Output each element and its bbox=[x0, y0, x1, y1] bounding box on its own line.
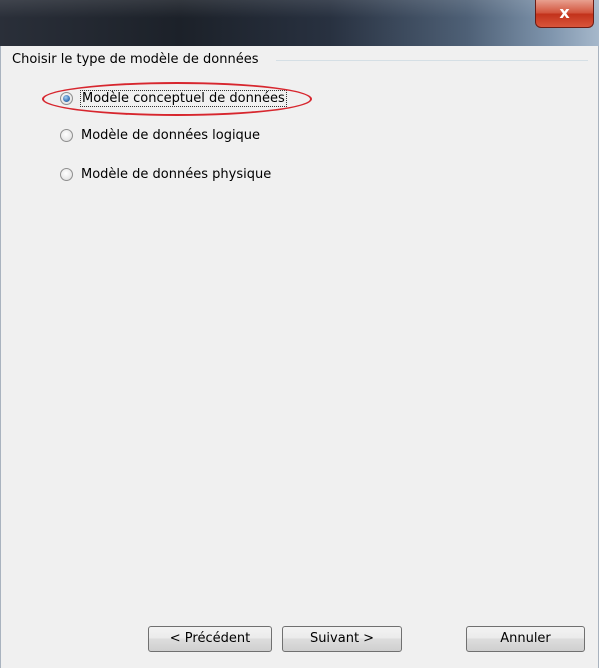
title-bar[interactable]: x bbox=[0, 0, 599, 46]
previous-button[interactable]: < Précédent bbox=[148, 626, 272, 652]
group-title: Choisir le type de modèle de données bbox=[12, 52, 259, 67]
radio-logical[interactable] bbox=[60, 128, 73, 142]
option-logical-label[interactable]: Modèle de données logique bbox=[81, 128, 260, 143]
option-physical[interactable]: Modèle de données physique bbox=[60, 164, 271, 184]
title-bar-sheen bbox=[0, 0, 599, 18]
radio-conceptual[interactable] bbox=[60, 91, 73, 105]
option-conceptual[interactable]: Modèle conceptuel de données bbox=[60, 88, 287, 108]
option-logical[interactable]: Modèle de données logique bbox=[60, 125, 260, 145]
cancel-button[interactable]: Annuler bbox=[466, 626, 585, 652]
next-button[interactable]: Suivant > bbox=[282, 626, 402, 652]
wizard-dialog: x Choisir le type de modèle de données M… bbox=[0, 0, 599, 668]
option-conceptual-label[interactable]: Modèle conceptuel de données bbox=[80, 89, 287, 107]
close-button[interactable]: x bbox=[535, 0, 594, 28]
group-divider bbox=[276, 60, 588, 61]
option-physical-label[interactable]: Modèle de données physique bbox=[81, 167, 271, 182]
close-icon: x bbox=[559, 3, 570, 22]
radio-physical[interactable] bbox=[60, 167, 73, 181]
